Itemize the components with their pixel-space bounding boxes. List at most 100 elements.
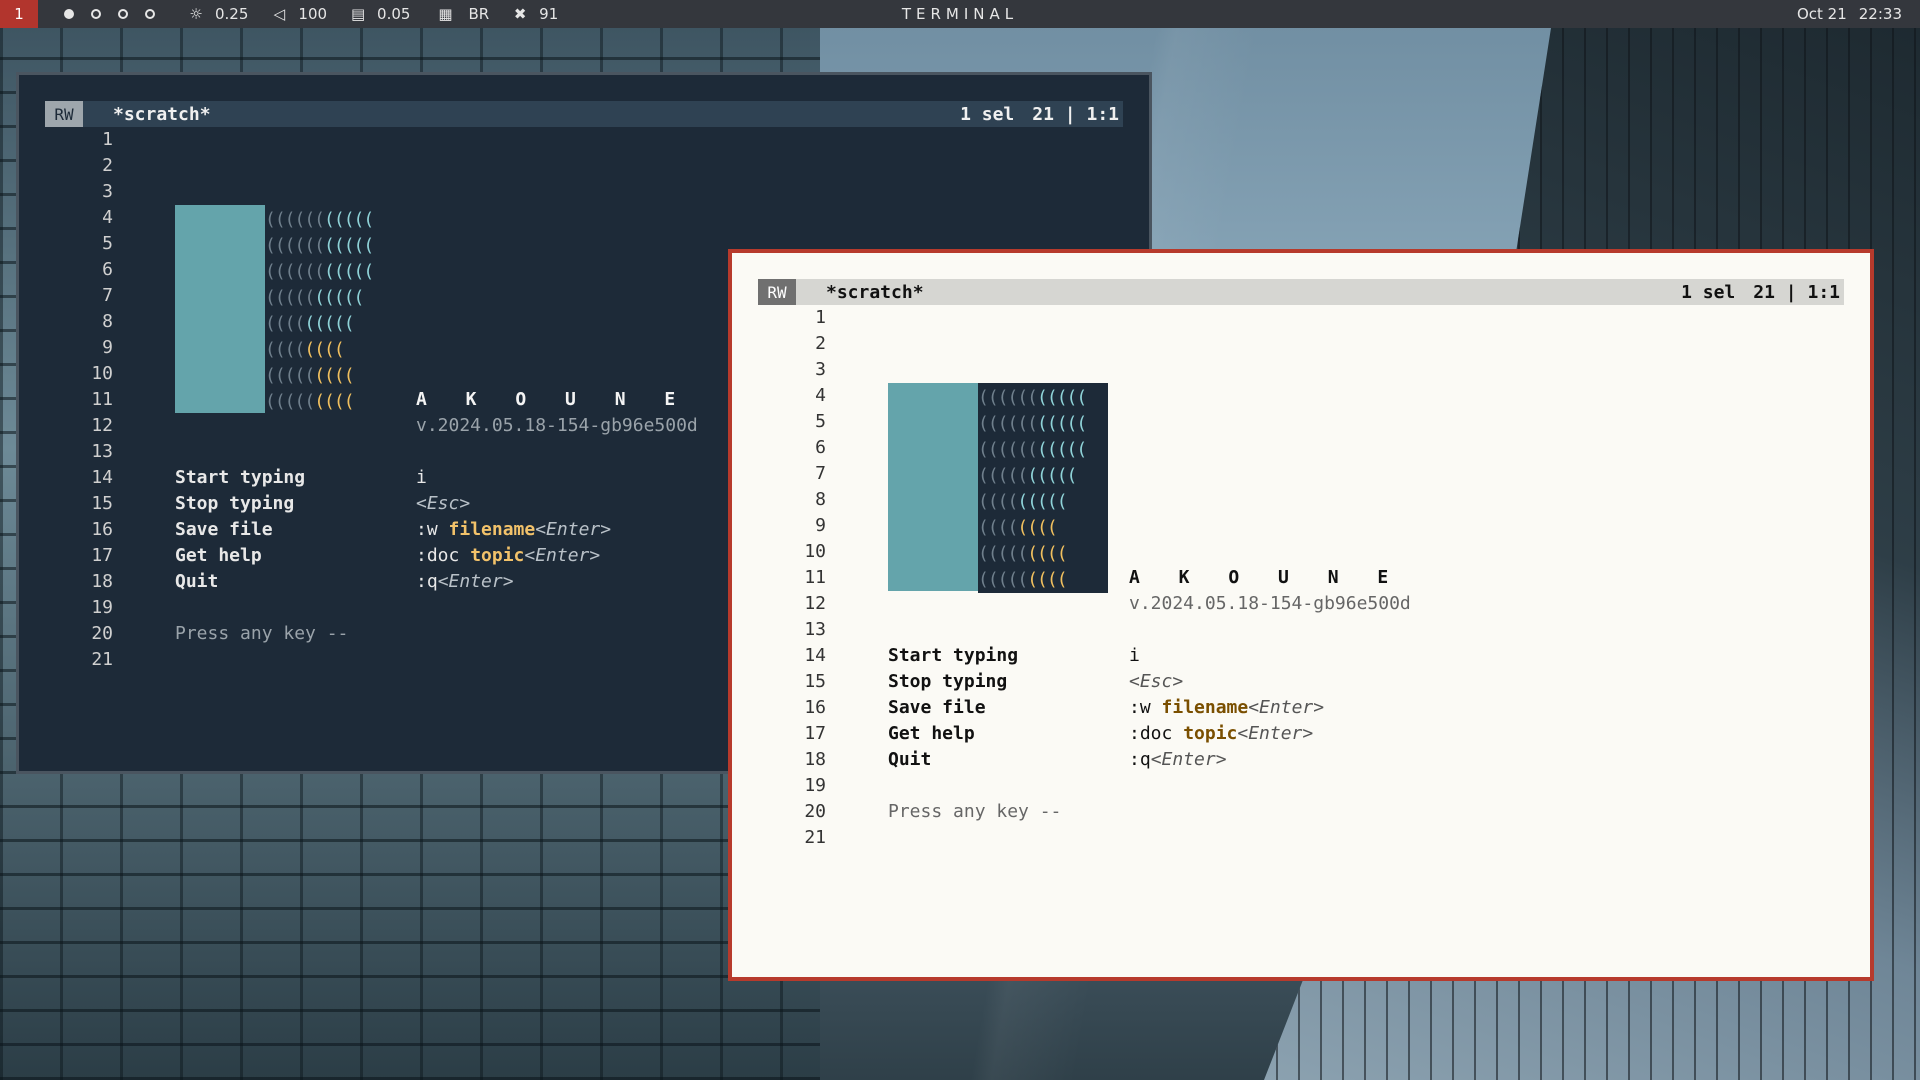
line-number: 16 [804, 697, 826, 718]
help-command: i [1129, 643, 1140, 669]
logo-parens: ((((((((((((((((((((((((((((((((((((((((… [265, 205, 395, 415]
line-number: 11 [804, 567, 826, 588]
memory-widget[interactable]: ▤ 0.05 [349, 5, 411, 23]
paren-bright: (((( [314, 365, 354, 386]
help-command: i [416, 465, 427, 491]
line-number: 7 [815, 463, 826, 484]
help-command: <Esc> [1129, 669, 1183, 695]
paren-dim: ((((( [265, 391, 315, 412]
logo-paren-row: ((((((((( [265, 311, 395, 337]
line-number: 6 [815, 437, 826, 458]
line-number: 7 [102, 285, 113, 306]
help-action: Stop typing [175, 493, 295, 514]
line-number: 15 [804, 671, 826, 692]
paren-bright: (((( [1027, 569, 1067, 590]
help-key: <Enter> [1150, 749, 1227, 770]
status-right: 1 sel 21 | 1:1 [960, 104, 1119, 125]
paren-bright: (((( [304, 339, 344, 360]
help-action: Quit [175, 571, 219, 592]
line-number: 21 [804, 827, 826, 848]
clock-date: Oct 21 [1796, 5, 1847, 23]
line-number: 21 [91, 649, 113, 670]
brand-name: A K O U N E [416, 389, 690, 410]
mode-badge: RW [758, 279, 796, 305]
help-action: Quit [888, 749, 932, 770]
help-key: <Enter> [1237, 723, 1314, 744]
paren-dim: (((( [978, 517, 1018, 538]
help-key: <Enter> [1248, 697, 1325, 718]
editor-statusbar: RW *scratch* 1 sel 21 | 1:1 [758, 279, 1844, 305]
logo-paren-row: ((((((((( [265, 389, 395, 415]
help-cmd: :w [1129, 697, 1162, 718]
workspace-dot[interactable] [118, 9, 128, 19]
line-number: 16 [91, 519, 113, 540]
help-action: Start typing [888, 645, 1019, 666]
logo-paren-row: (((((((( [978, 515, 1108, 541]
paren-bright: ((((( [324, 235, 374, 256]
paren-bright: ((((( [1037, 387, 1087, 408]
clock-time: 22:33 [1858, 5, 1902, 23]
line-number: 2 [102, 155, 113, 176]
press-any-key: Press any key -- [888, 801, 1062, 822]
line-number: 14 [804, 645, 826, 666]
volume-widget[interactable]: ◁ 100 [270, 5, 327, 23]
temperature-value: 91 [539, 5, 559, 23]
help-action: Save file [888, 697, 986, 718]
help-arg: filename [448, 519, 536, 540]
fan-icon: ✖ [513, 5, 527, 23]
help-key: <Enter> [535, 519, 612, 540]
line-number: 11 [91, 389, 113, 410]
line-number: 3 [815, 359, 826, 380]
paren-dim: (((((( [265, 235, 325, 256]
paren-dim: (((((( [265, 209, 325, 230]
keyboard-icon: ▦ [438, 5, 453, 23]
line-count: 21 | 1:1 [1032, 103, 1119, 125]
line-number: 6 [102, 259, 113, 280]
line-number: 18 [804, 749, 826, 770]
workspace-indicators [64, 9, 155, 19]
line-number: 13 [91, 441, 113, 462]
logo-paren-row: ((((((((((( [978, 411, 1108, 437]
line-number: 1 [815, 307, 826, 328]
logo-parens: ((((((((((((((((((((((((((((((((((((((((… [978, 383, 1108, 593]
logo-paren-row: (((((((( [265, 337, 395, 363]
help-action: Get help [175, 545, 262, 566]
paren-dim: (((((( [265, 261, 325, 282]
logo-block [888, 383, 978, 591]
workspace-dot-active[interactable] [64, 9, 74, 19]
workspace-dot[interactable] [145, 9, 155, 19]
logo-paren-row: ((((((((((( [265, 207, 395, 233]
workspace-dot[interactable] [91, 9, 101, 19]
help-cmd: :q [416, 571, 438, 592]
temperature-widget[interactable]: ✖ 91 [511, 5, 558, 23]
version-text: v.2024.05.18-154-gb96e500d [1129, 593, 1411, 614]
line-number: 17 [804, 723, 826, 744]
help-key: <Esc> [416, 493, 471, 514]
help-command: :q<Enter> [1129, 747, 1227, 773]
tag-current[interactable]: 1 [0, 0, 38, 28]
paren-dim: (((((( [978, 413, 1038, 434]
keyboard-widget[interactable]: ▦ BR [432, 5, 489, 23]
help-command: :doc topic<Enter> [416, 543, 600, 569]
help-cmd: :q [1129, 749, 1151, 770]
paren-dim: ((((( [978, 569, 1028, 590]
line-count: 21 | 1:1 [1753, 281, 1840, 303]
logo-block [175, 205, 265, 413]
memory-value: 0.05 [377, 5, 411, 23]
paren-bright: ((((( [1037, 439, 1087, 460]
paren-bright: (((( [1017, 517, 1057, 538]
paren-dim: (((( [265, 313, 305, 334]
help-key: <Enter> [524, 545, 601, 566]
paren-bright: ((((( [1017, 491, 1067, 512]
logo-paren-row: ((((((((((( [978, 437, 1108, 463]
paren-bright: ((((( [324, 261, 374, 282]
brightness-widget[interactable]: ☼ 0.25 [187, 5, 248, 23]
clock[interactable]: Oct 21 22:33 [1797, 0, 1902, 28]
logo-paren-row: ((((((((( [978, 489, 1108, 515]
line-number: 18 [91, 571, 113, 592]
volume-value: 100 [298, 5, 328, 23]
logo-paren-row: ((((((((( [978, 567, 1108, 593]
terminal-window-light[interactable]: RW *scratch* 1 sel 21 | 1:1 1 2 3 4 5 6 7 8 9 10 1… [728, 249, 1874, 981]
brand-name: A K O U N E [1129, 567, 1403, 588]
line-number: 14 [91, 467, 113, 488]
